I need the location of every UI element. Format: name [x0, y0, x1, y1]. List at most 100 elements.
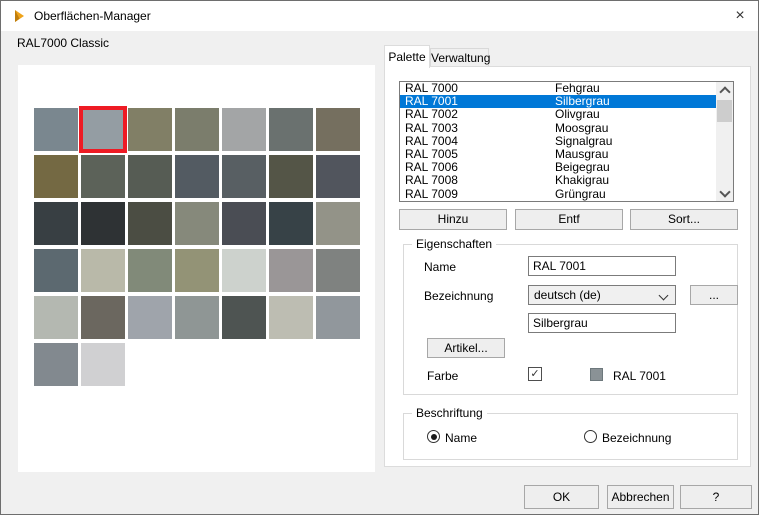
name-input[interactable] — [528, 256, 676, 276]
palette-swatch[interactable] — [81, 296, 125, 339]
app-logo-icon — [11, 8, 27, 24]
bezeichnung-label: Bezeichnung — [424, 289, 493, 303]
ok-button[interactable]: OK — [524, 485, 599, 509]
palette-swatch[interactable] — [269, 202, 313, 245]
check-icon: ✓ — [530, 368, 539, 380]
palette-name-label: RAL7000 Classic — [17, 36, 109, 50]
tab-verwaltung[interactable]: Verwaltung — [430, 48, 489, 67]
farbe-swatch — [590, 368, 603, 381]
language-value: deutsch (de) — [534, 288, 601, 302]
palette-swatch[interactable] — [34, 296, 78, 339]
list-item[interactable]: RAL 7008Khakigrau — [400, 174, 716, 187]
palette-swatch[interactable] — [222, 155, 266, 198]
palette-swatch[interactable] — [316, 296, 360, 339]
palette-swatch[interactable] — [128, 155, 172, 198]
list-item[interactable]: RAL 7003 Moosgrau — [400, 122, 716, 135]
palette-swatch[interactable] — [81, 343, 125, 386]
swatch-panel — [18, 65, 375, 472]
scroll-up-icon[interactable] — [716, 82, 733, 98]
palette-swatch[interactable] — [81, 155, 125, 198]
scrollbar-thumb[interactable] — [717, 100, 732, 122]
surface-manager-dialog: Oberflächen-Manager × RAL7000 Classic Pa… — [0, 0, 759, 515]
palette-swatch[interactable] — [222, 249, 266, 292]
palette-swatch[interactable] — [34, 155, 78, 198]
palette-swatch[interactable] — [34, 202, 78, 245]
more-button[interactable]: ... — [690, 285, 738, 305]
list-item-label: Signalgrau — [555, 135, 612, 148]
list-item[interactable]: RAL 7004 Signalgrau — [400, 135, 716, 148]
list-item-code: RAL 7002 — [400, 108, 458, 121]
beschriftung-title: Beschriftung — [412, 406, 487, 420]
list-item[interactable]: RAL 7001 Silbergrau — [400, 95, 716, 108]
palette-swatch[interactable] — [128, 249, 172, 292]
radio-bezeichnung[interactable] — [584, 430, 597, 443]
farbe-swatch-label: RAL 7001 — [613, 369, 666, 383]
list-item-code: RAL 7001 — [400, 95, 458, 108]
list-item-label: Olivgrau — [555, 108, 600, 121]
list-item[interactable]: RAL 7000Fehgrau — [400, 82, 716, 95]
list-item-code: RAL 7004 — [400, 135, 458, 148]
radio-name[interactable] — [427, 430, 440, 443]
list-item-label: Beigegrau — [555, 161, 610, 174]
tab-palette[interactable]: Palette — [384, 45, 430, 68]
color-list-rows: RAL 7000FehgrauRAL 7001SilbergrauRAL 700… — [400, 82, 733, 201]
radio-bezeichnung-label: Bezeichnung — [602, 431, 671, 445]
close-icon[interactable]: × — [726, 1, 754, 31]
sort-button[interactable]: Sort... — [630, 209, 738, 230]
language-select[interactable]: deutsch (de) — [528, 285, 676, 305]
list-item[interactable]: RAL 7002 Olivgrau — [400, 108, 716, 121]
entf-button[interactable]: Entf — [515, 209, 623, 230]
cancel-button[interactable]: Abbrechen — [607, 485, 674, 509]
description-input[interactable] — [528, 313, 676, 333]
list-scrollbar[interactable] — [716, 82, 733, 201]
palette-swatch[interactable] — [34, 249, 78, 292]
palette-swatch[interactable] — [316, 249, 360, 292]
list-item-code: RAL 7008 — [400, 174, 458, 187]
palette-swatch[interactable] — [222, 108, 266, 151]
hinzu-button[interactable]: Hinzu — [399, 209, 507, 230]
palette-swatch[interactable] — [128, 108, 172, 151]
palette-swatch[interactable] — [175, 108, 219, 151]
palette-swatch[interactable] — [128, 296, 172, 339]
palette-swatch[interactable] — [269, 296, 313, 339]
palette-swatch[interactable] — [222, 202, 266, 245]
name-label: Name — [424, 260, 456, 274]
palette-swatch[interactable] — [316, 108, 360, 151]
palette-swatch[interactable] — [81, 249, 125, 292]
palette-swatch[interactable] — [34, 108, 78, 151]
eigenschaften-group: Eigenschaften Name Bezeichnung deutsch (… — [403, 244, 738, 395]
list-item[interactable]: RAL 7006Beigegrau — [400, 161, 716, 174]
farbe-label: Farbe — [427, 369, 458, 383]
list-item-label: Grüngrau — [555, 188, 606, 201]
farbe-checkbox[interactable]: ✓ — [528, 367, 542, 381]
list-item[interactable]: RAL 7005Mausgrau — [400, 148, 716, 161]
palette-swatch[interactable] — [175, 155, 219, 198]
palette-swatch[interactable] — [316, 202, 360, 245]
list-item-code: RAL 7009 — [400, 188, 458, 201]
palette-swatch[interactable] — [128, 202, 172, 245]
palette-swatch[interactable] — [175, 249, 219, 292]
list-item-label: Mausgrau — [555, 148, 608, 161]
palette-swatch[interactable] — [269, 108, 313, 151]
window-title: Oberflächen-Manager — [34, 9, 151, 23]
palette-swatch[interactable] — [222, 296, 266, 339]
help-button[interactable]: ? — [680, 485, 752, 509]
titlebar: Oberflächen-Manager × — [1, 1, 758, 31]
palette-swatch[interactable] — [34, 343, 78, 386]
artikel-button[interactable]: Artikel... — [427, 338, 505, 358]
color-list[interactable]: RAL 7000FehgrauRAL 7001SilbergrauRAL 700… — [399, 81, 734, 202]
palette-swatch[interactable] — [316, 155, 360, 198]
scroll-down-icon[interactable] — [716, 185, 733, 201]
list-item-label: Silbergrau — [555, 95, 610, 108]
palette-swatch[interactable] — [81, 202, 125, 245]
list-item-label: Moosgrau — [555, 122, 608, 135]
palette-swatch[interactable] — [81, 108, 125, 151]
chevron-down-icon — [659, 291, 669, 301]
list-item[interactable]: RAL 7009 Grüngrau — [400, 188, 716, 201]
palette-swatch[interactable] — [269, 155, 313, 198]
palette-swatch[interactable] — [175, 202, 219, 245]
list-item-label: Fehgrau — [555, 82, 600, 95]
palette-swatch[interactable] — [269, 249, 313, 292]
list-item-code: RAL 7003 — [400, 122, 458, 135]
palette-swatch[interactable] — [175, 296, 219, 339]
